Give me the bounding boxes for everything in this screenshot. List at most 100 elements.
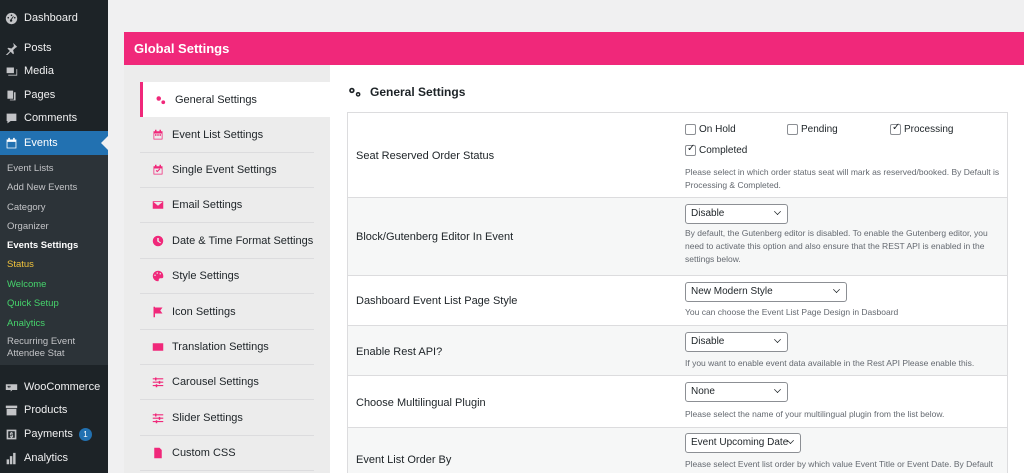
tab-carousel-settings[interactable]: Carousel Settings [140,365,314,400]
checkbox-label: Processing [904,124,954,135]
submenu-organizer[interactable]: Organizer [7,221,49,233]
sliders-icon [152,412,164,424]
setting-row-list-style: Dashboard Event List Page Style New Mode… [347,275,1008,325]
archive-icon [5,404,18,417]
tab-label: Event List Settings [172,129,264,141]
menu-label: Media [24,65,54,77]
menu-dashboard[interactable]: Dashboard [0,6,108,30]
setting-description: Please select Event list order by which … [685,459,994,469]
setting-row-multilingual: Choose Multilingual Plugin None Please s… [347,375,1008,427]
tab-event-list-settings[interactable]: Event List Settings [140,118,314,153]
setting-label: Seat Reserved Order Status [356,150,495,162]
checkbox-pending[interactable]: Pending [787,124,838,135]
tab-label: Translation Settings [172,341,269,353]
tab-custom-css[interactable]: Custom CSS [140,436,314,471]
pages-icon [5,89,18,102]
calendar-check-icon [152,164,164,176]
checkbox-processing[interactable]: Processing [890,122,954,135]
checkbox-label: Completed [699,145,748,156]
setting-label: Choose Multilingual Plugin [356,397,486,409]
menu-comments[interactable]: Comments [0,106,108,130]
tab-label: General Settings [175,93,257,106]
chevron-down-icon [774,336,781,343]
settings-tabs: General Settings Event List Settings Sin… [124,65,330,473]
setting-description: Please select the name of your multiling… [685,409,945,419]
menu-label: Comments [24,112,78,124]
submenu-category[interactable]: Category [7,202,46,214]
menu-woocommerce[interactable]: WooCommerce [0,375,108,399]
menu-media[interactable]: Media [0,59,108,83]
menu-payments[interactable]: Payments 1 [0,422,108,446]
setting-row-seat-reserved: Seat Reserved Order Status On Hold Pendi… [347,112,1008,197]
submenu-welcome[interactable]: Welcome [7,279,46,291]
global-settings-header: Global Settings [124,32,1024,65]
checkbox-on-hold[interactable]: On Hold [685,124,736,135]
menu-posts[interactable]: Posts [0,36,108,60]
submenu-label: Recurring Event [7,336,76,347]
submenu-label: Attendee Stat [7,348,65,359]
menu-label: Posts [24,42,52,54]
flag-icon [152,306,164,318]
gutenberg-select[interactable]: Disable [685,204,788,224]
chevron-down-icon [774,386,781,393]
select-value: Event Upcoming Date [691,437,789,448]
menu-analytics[interactable]: Analytics [0,446,108,470]
setting-label: Block/Gutenberg Editor In Event [356,231,514,243]
tab-label: Date & Time Format Settings [172,235,314,247]
submenu-events-settings[interactable]: Events Settings [7,240,78,252]
submenu-status[interactable]: Status [7,259,34,271]
submenu-recurring-event-attendee-stat[interactable]: Recurring Event Attendee Stat [7,336,75,360]
language-icon [152,341,164,353]
menu-products[interactable]: Products [0,398,108,422]
pin-icon [5,42,18,55]
order-by-select[interactable]: Event Upcoming Date [685,433,801,453]
setting-row-order-by: Event List Order By Event Upcoming Date … [347,427,1008,473]
checkbox-box [685,143,696,156]
multilingual-select[interactable]: None [685,382,788,402]
submenu-add-new-events[interactable]: Add New Events [7,182,77,194]
tab-label: Slider Settings [172,412,243,424]
tab-single-event-settings[interactable]: Single Event Settings [140,153,314,188]
list-style-select[interactable]: New Modern Style [685,282,847,302]
file-icon [152,447,164,459]
menu-label: Products [24,404,68,416]
tab-label: Style Settings [172,270,240,282]
menu-label: Pages [24,89,56,101]
setting-description: You can choose the Event List Page Desig… [685,307,899,317]
woocommerce-icon [5,381,18,394]
menu-label: WooCommerce [24,381,101,393]
tab-translation-settings[interactable]: Translation Settings [140,330,314,365]
clock-icon [152,235,164,247]
setting-label: Event List Order By [356,454,452,466]
notification-badge: 1 [78,427,92,441]
tab-email-settings[interactable]: Email Settings [140,188,314,223]
setting-label: Dashboard Event List Page Style [356,295,518,307]
page-title: Global Settings [134,41,230,56]
media-icon [5,65,18,78]
tab-label: Email Settings [172,199,243,211]
tab-style-settings[interactable]: Style Settings [140,259,314,294]
setting-description: By default, the Gutenberg editor is disa… [685,228,988,264]
submenu-analytics[interactable]: Analytics [7,318,45,330]
comment-icon [5,112,18,125]
rest-api-select[interactable]: Disable [685,332,788,352]
checkbox-box [685,124,696,135]
tab-date-time-format-settings[interactable]: Date & Time Format Settings [140,224,314,259]
tab-icon-settings[interactable]: Icon Settings [140,295,314,330]
tab-general-settings[interactable]: General Settings [140,82,330,117]
menu-label: Dashboard [24,12,78,24]
menu-label: Payments [24,428,73,440]
menu-events[interactable]: Events [0,131,108,155]
setting-control: On Hold Pending Processing Completed Ple… [685,113,1005,197]
checkbox-completed[interactable]: Completed [685,143,748,156]
chevron-down-icon [833,286,840,293]
menu-pages[interactable]: Pages [0,83,108,107]
submenu-event-lists[interactable]: Event Lists [7,163,53,175]
select-value: None [691,386,715,397]
submenu-quick-setup[interactable]: Quick Setup [7,298,59,310]
tab-label: Icon Settings [172,306,236,318]
tab-slider-settings[interactable]: Slider Settings [140,401,314,436]
envelope-icon [152,199,164,211]
select-value: Disable [691,336,725,347]
setting-description: Please select in which order status seat… [685,167,1000,190]
